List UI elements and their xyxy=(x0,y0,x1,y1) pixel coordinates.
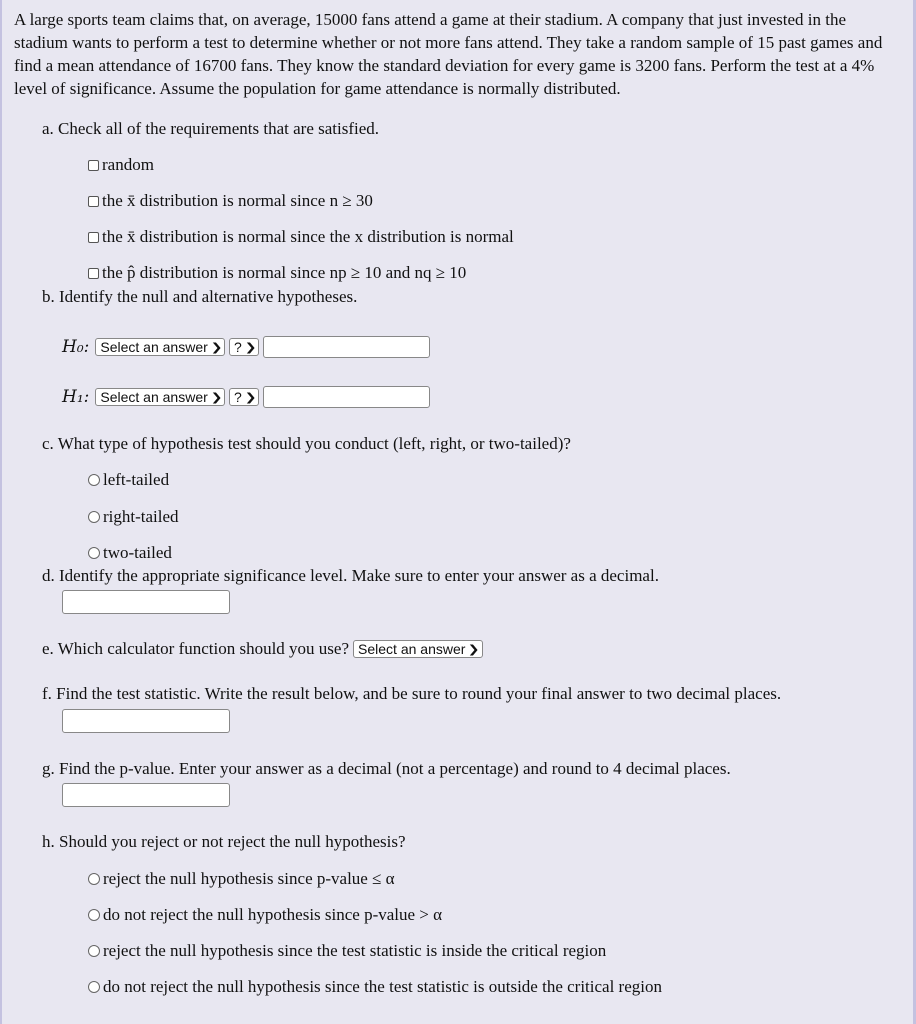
decision-option[interactable]: do not reject the null hypothesis since … xyxy=(88,905,442,925)
radio-button[interactable] xyxy=(88,981,100,993)
radio-button[interactable] xyxy=(88,909,100,921)
option-label: left-tailed xyxy=(103,470,170,489)
radio-button[interactable] xyxy=(88,945,100,957)
question-a: a. Check all of the requirements that ar… xyxy=(42,119,380,138)
decision-option[interactable]: reject the null hypothesis since p-value… xyxy=(88,869,395,889)
option-label: the p̂ distribution is normal since np ≥… xyxy=(102,263,467,282)
question-f: f. Find the test statistic. Write the re… xyxy=(42,684,782,703)
test-type-option[interactable]: left-tailed xyxy=(88,470,169,490)
h0-value-input[interactable] xyxy=(263,336,431,358)
decision-option[interactable]: do not reject the null hypothesis since … xyxy=(88,977,662,997)
option-label: the x̄ distribution is normal since the … xyxy=(102,227,514,246)
checkbox[interactable] xyxy=(88,267,99,279)
chevron-down-icon: ❯ xyxy=(244,391,257,404)
requirement-option[interactable]: the p̂ distribution is normal since np ≥… xyxy=(88,263,466,283)
alternative-hypothesis-row: H₁: Select an answer ❯ ? ❯ xyxy=(62,386,431,408)
chevron-down-icon: ❯ xyxy=(244,341,257,354)
question-e: e. Which calculator function should you … xyxy=(42,639,350,658)
chevron-down-icon: ❯ xyxy=(468,643,481,656)
select-value: Select an answer xyxy=(358,641,466,657)
question-b: b. Identify the null and alternative hyp… xyxy=(42,287,358,306)
decision-option[interactable]: reject the null hypothesis since the tes… xyxy=(88,941,606,961)
option-label: reject the null hypothesis since the tes… xyxy=(103,941,607,960)
h1-operator-select[interactable]: ? ❯ xyxy=(229,388,260,406)
option-label: random xyxy=(102,155,154,174)
select-value: ? xyxy=(234,339,242,355)
requirement-option[interactable]: the x̄ distribution is normal since the … xyxy=(88,227,514,247)
option-label: right-tailed xyxy=(103,507,179,526)
select-value: Select an answer xyxy=(100,339,208,355)
question-d: d. Identify the appropriate significance… xyxy=(42,566,659,585)
radio-button[interactable] xyxy=(88,873,100,885)
h0-label: H₀: xyxy=(62,337,90,357)
option-label: reject the null hypothesis since p-value… xyxy=(103,869,395,888)
select-value: ? xyxy=(234,389,242,405)
question-c: c. What type of hypothesis test should y… xyxy=(42,434,571,453)
h1-parameter-select[interactable]: Select an answer ❯ xyxy=(95,388,225,406)
radio-button[interactable] xyxy=(88,511,100,523)
checkbox[interactable] xyxy=(88,195,99,207)
question-g: g. Find the p-value. Enter your answer a… xyxy=(42,759,731,778)
calculator-function-select[interactable]: Select an answer ❯ xyxy=(353,640,483,658)
radio-button[interactable] xyxy=(88,547,100,559)
option-label: do not reject the null hypothesis since … xyxy=(103,977,662,996)
test-type-option[interactable]: right-tailed xyxy=(88,507,179,527)
chevron-down-icon: ❯ xyxy=(210,391,223,404)
chevron-down-icon: ❯ xyxy=(210,341,223,354)
select-value: Select an answer xyxy=(100,389,208,405)
significance-level-input[interactable] xyxy=(62,590,230,614)
radio-button[interactable] xyxy=(88,474,100,486)
question-e-row: e. Which calculator function should you … xyxy=(42,639,483,659)
requirement-option[interactable]: the x̄ distribution is normal since n ≥ … xyxy=(88,191,373,211)
requirement-option[interactable]: random xyxy=(88,155,154,175)
checkbox[interactable] xyxy=(88,159,99,171)
option-label: the x̄ distribution is normal since n ≥ … xyxy=(102,191,373,210)
option-label: do not reject the null hypothesis since … xyxy=(103,905,443,924)
h1-label: H₁: xyxy=(62,387,90,407)
h1-value-input[interactable] xyxy=(263,386,431,408)
null-hypothesis-row: H₀: Select an answer ❯ ? ❯ xyxy=(62,336,431,358)
p-value-input[interactable] xyxy=(62,783,230,807)
question-h: h. Should you reject or not reject the n… xyxy=(42,832,406,851)
h0-parameter-select[interactable]: Select an answer ❯ xyxy=(95,338,225,356)
problem-statement: A large sports team claims that, on aver… xyxy=(14,10,883,98)
option-label: two-tailed xyxy=(103,543,172,562)
test-statistic-input[interactable] xyxy=(62,709,230,733)
checkbox[interactable] xyxy=(88,231,99,243)
h0-operator-select[interactable]: ? ❯ xyxy=(229,338,260,356)
test-type-option[interactable]: two-tailed xyxy=(88,543,172,563)
